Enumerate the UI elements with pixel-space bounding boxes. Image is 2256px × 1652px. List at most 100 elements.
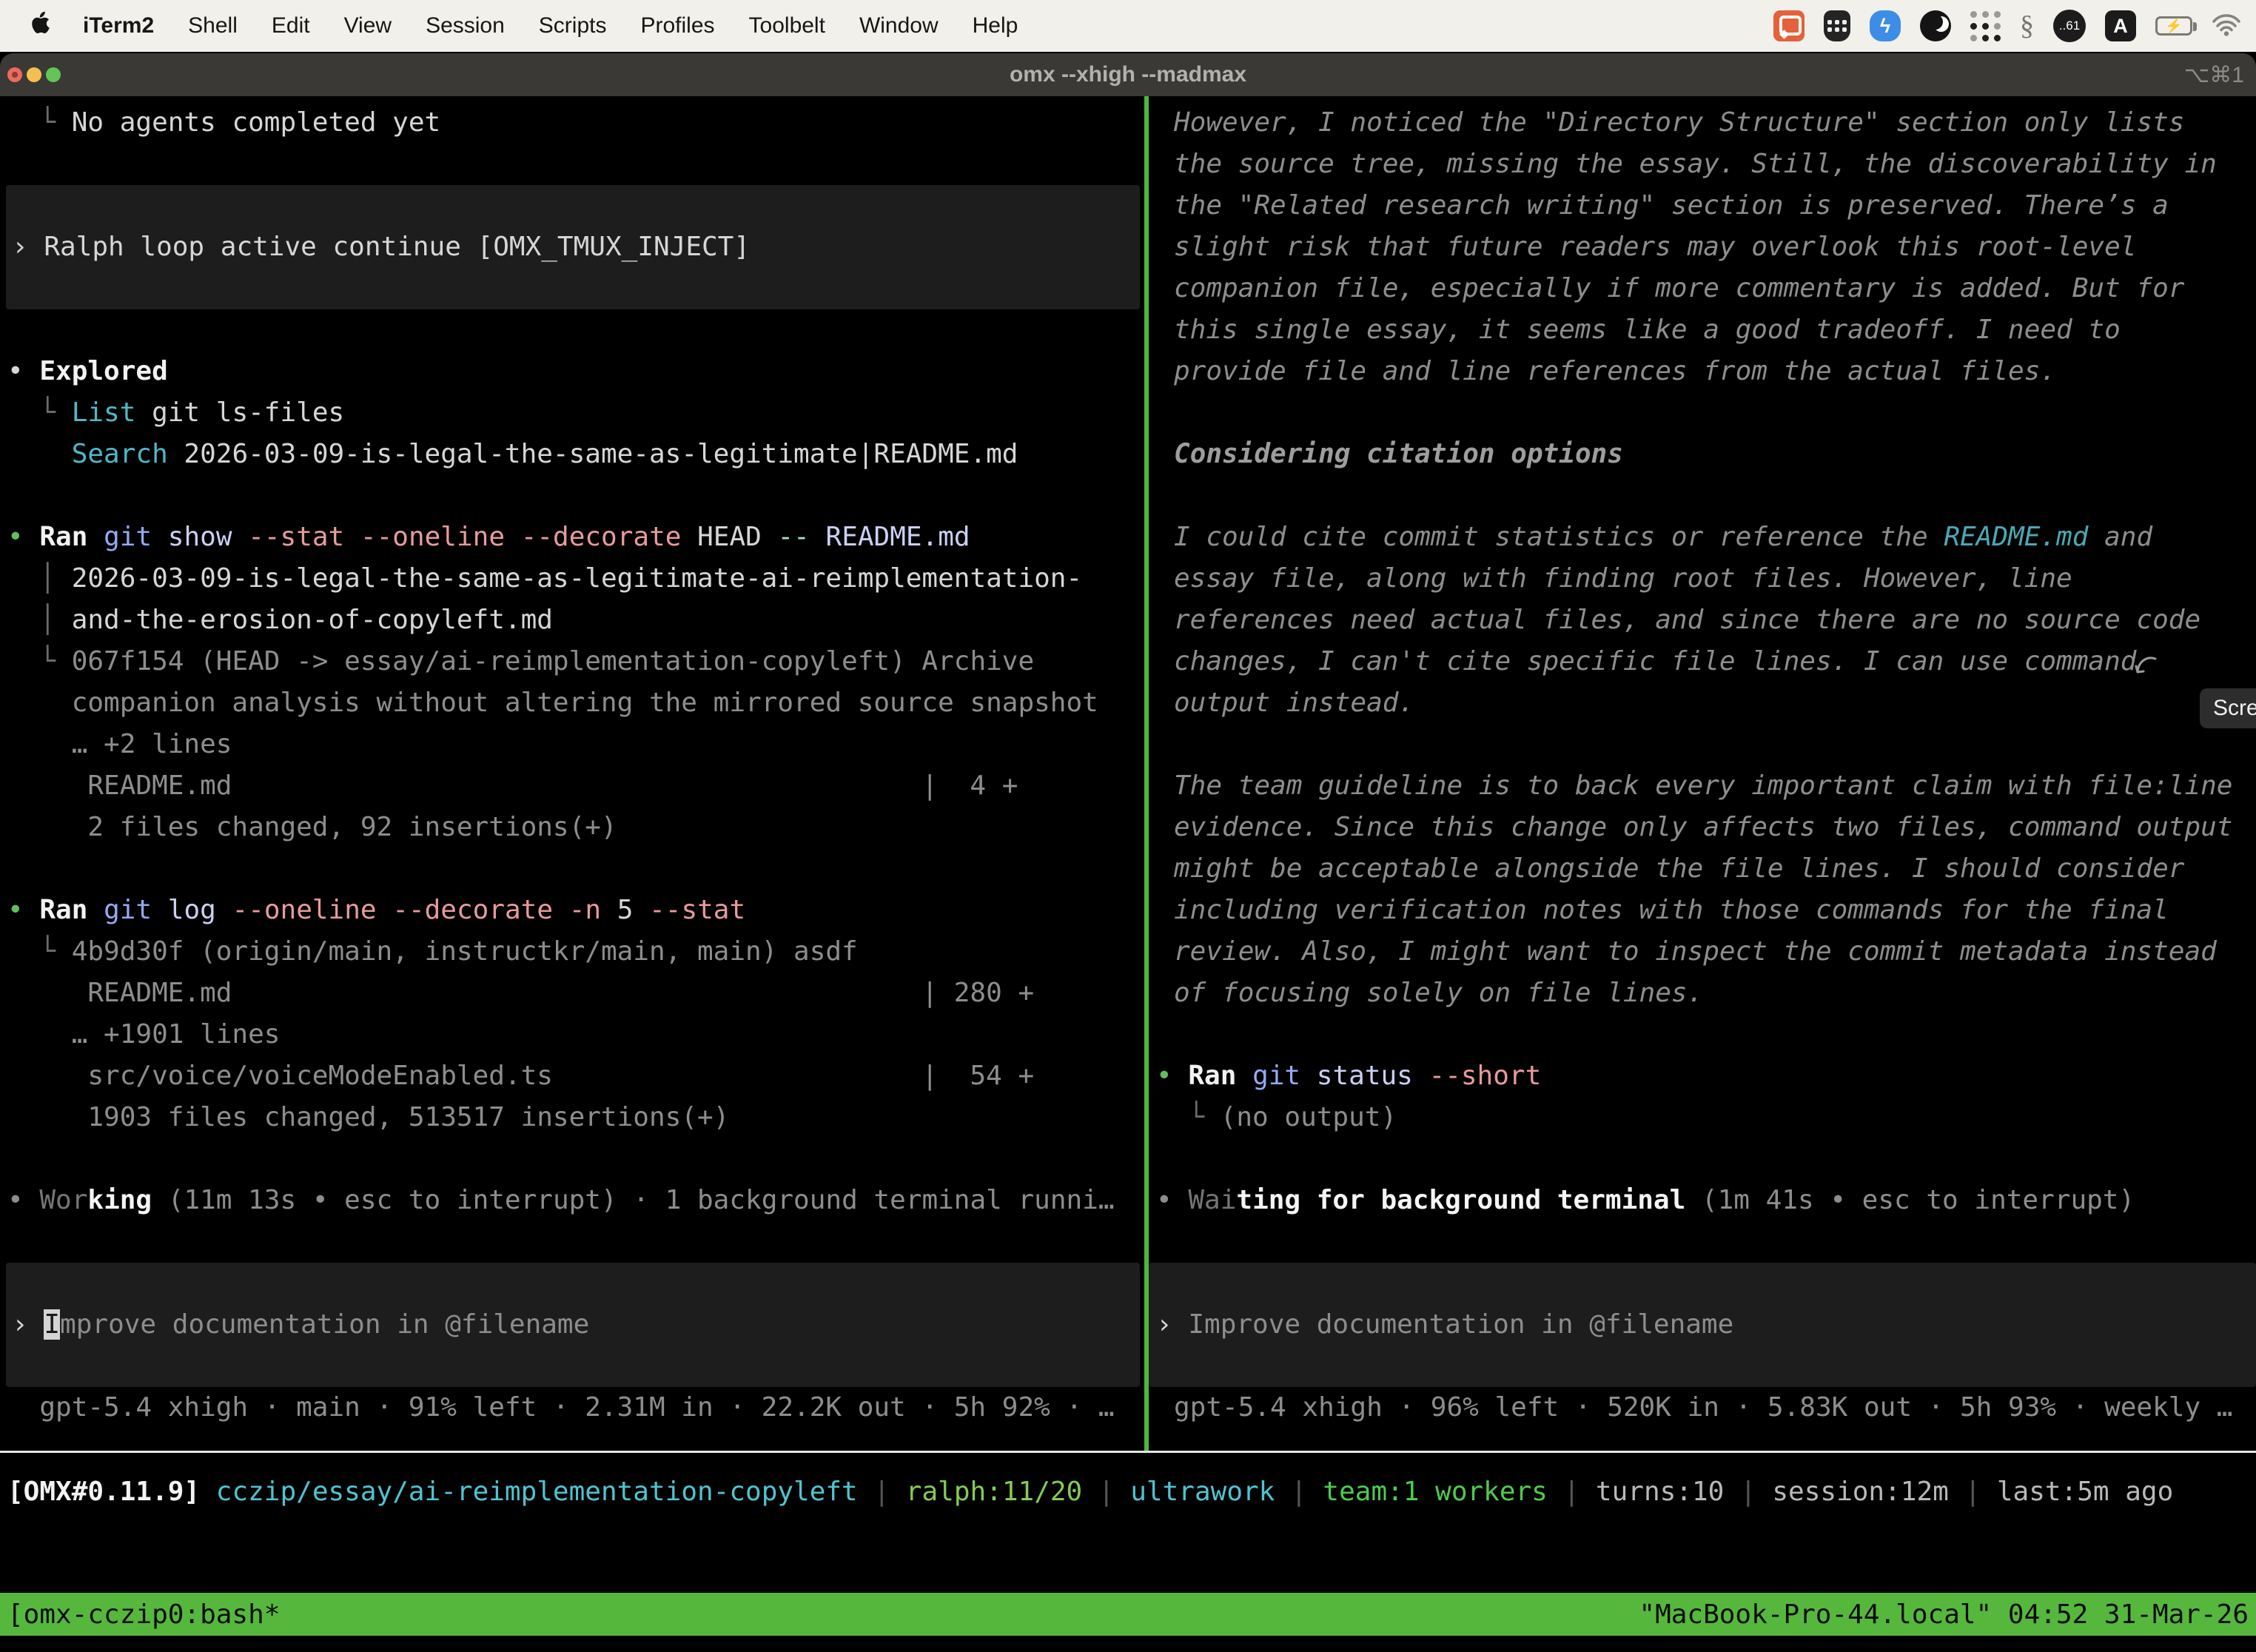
apple-menu[interactable] xyxy=(31,11,50,41)
terminal-line: references need actual files, and since … xyxy=(1174,600,2256,641)
battery-icon[interactable]: ⚡ xyxy=(2155,16,2192,36)
menu-item-window[interactable]: Window xyxy=(859,13,939,38)
terminal-line: gpt-5.4 xhigh · main · 91% left · 2.31M … xyxy=(7,1387,1144,1428)
terminal-line: of focusing solely on file lines. xyxy=(1174,973,2256,1014)
menu-item-shell[interactable]: Shell xyxy=(188,13,238,38)
terminal-line: └ 4b9d30f (origin/main, instructkr/main,… xyxy=(7,931,1144,973)
menu-item-scripts[interactable]: Scripts xyxy=(539,13,607,38)
terminal-line xyxy=(1174,1221,2256,1263)
menu-bar-status-icons: ϟ § ..61 A ⚡ xyxy=(1773,10,2241,42)
badge-61-icon[interactable]: ..61 xyxy=(2053,10,2086,42)
omx-status-line: [OMX#0.11.9] cczip/essay/ai-reimplementa… xyxy=(7,1471,2173,1513)
terminal-line xyxy=(1174,1138,2256,1180)
terminal-line: └ (no output) xyxy=(1156,1097,2256,1138)
menu-item-session[interactable]: Session xyxy=(426,13,505,38)
terminal-line: gpt-5.4 xhigh · 96% left · 520K in · 5.8… xyxy=(1174,1387,2256,1428)
menu-item-iterm2[interactable]: iTerm2 xyxy=(83,13,154,38)
battery-bolt-glyph: ⚡ xyxy=(2165,19,2183,33)
screen-popup-label: Scre xyxy=(2213,696,2256,721)
terminal-line: However, I noticed the "Directory Struct… xyxy=(1174,102,2256,144)
terminal-line: essay file, along with finding root file… xyxy=(1174,558,2256,600)
terminal-line xyxy=(1174,724,2256,765)
terminal-line: │ 2026-03-09-is-legal-the-same-as-legiti… xyxy=(7,558,1144,600)
terminal-line: • Ran git log --oneline --decorate -n 5 … xyxy=(7,890,1144,931)
terminal-line: companion file, especially if more comme… xyxy=(1174,268,2256,309)
window-titlebar[interactable]: omx --xhigh --madmax ⌥⌘1 xyxy=(0,53,2256,96)
squiggle-icon[interactable]: § xyxy=(2020,10,2034,42)
terminal-line: slight risk that future readers may over… xyxy=(1174,226,2256,268)
screen-popup: Scre xyxy=(2200,688,2256,728)
prompt-input-line[interactable]: › Improve documentation in @filename xyxy=(1156,1304,1733,1346)
terminal-line xyxy=(7,1138,1144,1180)
menu-item-profiles[interactable]: Profiles xyxy=(640,13,714,38)
terminal-line xyxy=(1174,475,2256,517)
terminal-line: • Working (11m 13s • esc to interrupt) ·… xyxy=(7,1180,1144,1221)
prompt-input-box[interactable]: › Improve documentation in @filename xyxy=(1149,1263,2256,1387)
terminal-line: └ No agents completed yet xyxy=(7,102,1144,144)
terminal-line: src/voice/voiceModeEnabled.ts | 54 + xyxy=(7,1055,1144,1097)
keyboard-layout-label: A xyxy=(2113,15,2128,38)
terminal-line: might be acceptable alongside the file l… xyxy=(1174,848,2256,890)
window-title: omx --xhigh --madmax xyxy=(0,62,2256,87)
terminal-line xyxy=(1174,392,2256,434)
tmux-host-clock: "MacBook-Pro-44.local" 04:52 31-Mar-26 xyxy=(1639,1599,2249,1630)
terminal-line: companion analysis without altering the … xyxy=(7,682,1144,724)
chat-bubble-icon[interactable] xyxy=(1773,10,1805,41)
terminal-line: including verification notes with those … xyxy=(1174,890,2256,931)
terminal-line xyxy=(7,475,1144,517)
terminal-line: 1903 files changed, 513517 insertions(+) xyxy=(7,1097,1144,1138)
shield-grid-icon[interactable] xyxy=(1824,10,1850,41)
terminal-line: └ 067f154 (HEAD -> essay/ai-reimplementa… xyxy=(7,641,1144,682)
minimize-button[interactable] xyxy=(27,67,41,82)
terminal-line xyxy=(7,309,1144,351)
close-button[interactable] xyxy=(7,67,22,82)
terminal-line: The team guideline is to back every impo… xyxy=(1174,765,2256,807)
keyboard-layout-icon[interactable]: A xyxy=(2105,10,2136,41)
bolt-glyph: ϟ xyxy=(1880,15,1890,38)
terminal-line xyxy=(7,144,1144,185)
menu-item-help[interactable]: Help xyxy=(973,13,1018,38)
terminal-line: README.md | 4 + xyxy=(7,765,1144,807)
pie-chart-icon[interactable] xyxy=(1920,10,1951,41)
menu-item-view[interactable]: View xyxy=(344,13,392,38)
terminal-line: … +1901 lines xyxy=(7,1014,1144,1055)
terminal-line: output instead. xyxy=(1174,682,2256,724)
dots-grid-icon[interactable] xyxy=(1970,11,2001,41)
prompt-input-box[interactable]: › Improve documentation in @filename xyxy=(6,1263,1140,1387)
terminal-line: I could cite commit statistics or refere… xyxy=(1174,517,2256,558)
pointer-artifact xyxy=(2135,653,2157,678)
terminal-line: Considering citation options xyxy=(1174,434,2256,475)
iterm-window: omx --xhigh --madmax ⌥⌘1 └ No agents com… xyxy=(0,53,2256,1652)
menu-item-toolbelt[interactable]: Toolbelt xyxy=(749,13,825,38)
menu-bar: iTerm2 Shell Edit View Session Scripts Profile… xyxy=(0,0,2256,52)
prompt-input-line[interactable]: › Ralph loop active continue [OMX_TMUX_I… xyxy=(12,226,750,268)
terminal-line: provide file and line references from th… xyxy=(1174,351,2256,392)
squiggle-glyph: § xyxy=(2020,10,2034,42)
blue-badge-icon[interactable]: ϟ xyxy=(1870,10,1901,41)
tmux-session-label[interactable]: [omx-cczip0:bash* xyxy=(7,1599,280,1630)
terminal-line xyxy=(7,848,1144,890)
terminal-line xyxy=(1174,1014,2256,1055)
prompt-input-line[interactable]: › Improve documentation in @filename xyxy=(12,1304,589,1346)
right-terminal-pane[interactable]: However, I noticed the "Directory Struct… xyxy=(1149,96,2256,1452)
right-pane-output: However, I noticed the "Directory Struct… xyxy=(1174,102,2256,1428)
terminal-line: • Ran git status --short xyxy=(1156,1055,2256,1097)
terminal-line xyxy=(7,1221,1144,1263)
window-shortcut-badge: ⌥⌘1 xyxy=(2184,53,2244,96)
tmux-status-bar: [omx-cczip0:bash* "MacBook-Pro-44.local"… xyxy=(0,1593,2256,1636)
badge-61-label: ..61 xyxy=(2059,19,2080,33)
terminal-line: the source tree, missing the essay. Stil… xyxy=(1174,144,2256,185)
terminal-line: • Ran git show --stat --oneline --decora… xyxy=(7,517,1144,558)
terminal-line: this single essay, it seems like a good … xyxy=(1174,309,2256,351)
terminal-line: • Explored xyxy=(7,351,1144,392)
left-terminal-pane[interactable]: └ No agents completed yet › Ralph loop ac… xyxy=(0,96,1144,1452)
terminal-line: └ List git ls-files xyxy=(7,392,1144,434)
terminal-line: Search 2026-03-09-is-legal-the-same-as-l… xyxy=(7,434,1144,475)
terminal-line: the "Related research writing" section i… xyxy=(1174,185,2256,226)
wifi-icon[interactable] xyxy=(2212,14,2241,38)
menu-item-edit[interactable]: Edit xyxy=(272,13,310,38)
zoom-button[interactable] xyxy=(46,67,61,82)
terminal-line: 2 files changed, 92 insertions(+) xyxy=(7,807,1144,848)
terminal-line: README.md | 280 + xyxy=(7,973,1144,1014)
prompt-input-box[interactable]: › Ralph loop active continue [OMX_TMUX_I… xyxy=(6,185,1140,309)
